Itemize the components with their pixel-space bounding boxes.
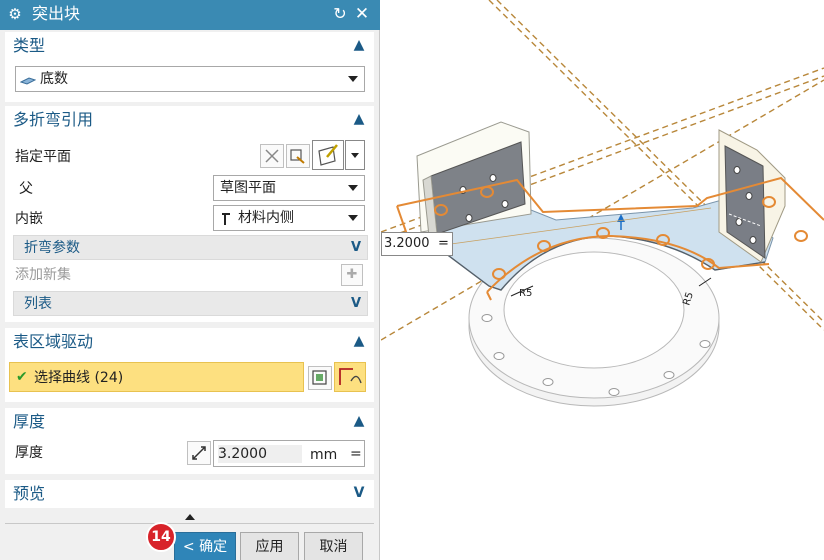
curve-icon: [339, 368, 362, 385]
expand-chevron-icon[interactable]: V: [351, 239, 361, 257]
collapse-chevron-icon[interactable]: ▲: [350, 110, 368, 128]
model-canvas[interactable]: R5 R5: [381, 0, 824, 560]
thickness-value: 3.2000: [218, 445, 302, 463]
graphics-viewport[interactable]: R5 R5 3.2000 =: [381, 0, 824, 560]
reset-icon[interactable]: ↻: [330, 4, 350, 24]
multibend-section-header[interactable]: 多折弯引用 ▲: [5, 106, 374, 134]
sketch-icon: [312, 370, 327, 385]
close-icon[interactable]: ✕: [352, 4, 372, 24]
plane-method-icon[interactable]: [312, 140, 344, 170]
dialog-title: 突出块: [32, 4, 81, 23]
surface-drive-section: 表区域驱动 ▲ ✔ 选择曲线 (24): [5, 328, 374, 402]
expand-chevron-icon[interactable]: V: [351, 295, 361, 313]
dropdown-arrow-icon: [348, 185, 358, 191]
select-curve-row[interactable]: ✔ 选择曲线 (24): [9, 362, 304, 392]
expand-chevron-icon[interactable]: V: [350, 484, 368, 502]
plane-method-dropdown[interactable]: [345, 140, 365, 170]
type-section-title: 类型: [13, 36, 46, 55]
plane-cross-icon[interactable]: [260, 144, 284, 168]
surface-drive-header[interactable]: 表区域驱动 ▲: [5, 328, 374, 356]
specify-plane-label: 指定平面: [15, 149, 71, 165]
thickness-formula-button[interactable]: =: [350, 445, 362, 463]
ok-button[interactable]: < 确定 >: [174, 532, 236, 560]
list-bar[interactable]: 列表 V: [13, 291, 368, 316]
inset-label: 内嵌: [15, 211, 43, 227]
type-select-value: 底数: [40, 71, 68, 87]
plane-dialog-icon[interactable]: [286, 144, 310, 168]
parent-select-value: 草图平面: [220, 180, 276, 196]
thickness-section-header[interactable]: 厚度 ▲: [5, 408, 374, 436]
preview-section-title: 预览: [13, 484, 46, 503]
more-options-caret-icon[interactable]: [185, 514, 195, 520]
surface-drive-title: 表区域驱动: [13, 332, 94, 351]
plane-pen-icon: [318, 144, 338, 166]
bend-params-bar[interactable]: 折弯参数 V: [13, 235, 368, 260]
add-new-set-label: 添加新集: [15, 267, 71, 283]
dropdown-arrow-icon: [351, 153, 359, 158]
onscreen-thickness-input[interactable]: 3.2000 =: [381, 232, 453, 256]
collapse-chevron-icon[interactable]: ▲: [350, 36, 368, 54]
multibend-section: 多折弯引用 ▲ 指定平面 父 草图平面 内嵌 材料内侧 折弯参数 V 添加新集 …: [5, 106, 374, 322]
cross-arrows-icon: [265, 149, 279, 163]
add-new-set-button[interactable]: ✚: [341, 264, 363, 286]
preview-section-header[interactable]: 预览 V: [5, 480, 374, 508]
base-plate-icon: [20, 77, 36, 85]
preview-section: 预览 V: [5, 480, 374, 508]
bend-params-label: 折弯参数: [24, 240, 80, 256]
type-section-header[interactable]: 类型 ▲: [5, 32, 374, 60]
type-select[interactable]: 底数: [15, 66, 365, 92]
collapse-chevron-icon[interactable]: ▲: [350, 412, 368, 430]
reverse-direction-button[interactable]: [187, 441, 211, 465]
parent-label: 父: [19, 181, 33, 197]
onscreen-formula-button[interactable]: =: [438, 233, 449, 255]
curve-select-button[interactable]: [334, 362, 366, 392]
step-badge: 14: [146, 522, 176, 552]
select-curve-label: 选择曲线 (24): [34, 370, 124, 386]
thickness-section-title: 厚度: [13, 412, 46, 431]
onscreen-thickness-value: 3.2000: [384, 236, 430, 251]
thickness-input[interactable]: 3.2000 mm =: [213, 440, 365, 467]
dialog-titlebar: ⚙ 突出块 ↻ ✕: [0, 0, 380, 30]
flip-arrows-icon: [192, 446, 206, 460]
extrude-dialog: ⚙ 突出块 ↻ ✕ 类型 ▲ 底数 多折弯引用 ▲ 指定平面 父 草图平面 内嵌…: [0, 0, 380, 560]
thickness-label: 厚度: [15, 445, 43, 461]
inset-select-value: 材料内侧: [238, 210, 294, 226]
dropdown-arrow-icon: [348, 215, 358, 221]
multibend-section-title: 多折弯引用: [13, 110, 94, 129]
cancel-button[interactable]: 取消: [304, 532, 363, 560]
inset-material-icon: [222, 213, 230, 225]
thickness-unit: mm: [310, 447, 338, 463]
type-section: 类型 ▲ 底数: [5, 32, 374, 102]
parent-select[interactable]: 草图平面: [213, 175, 365, 201]
thickness-section: 厚度 ▲ 厚度 3.2000 mm =: [5, 408, 374, 474]
add-sparkle-icon: ✚: [346, 267, 358, 282]
dropdown-arrow-icon: [348, 76, 358, 82]
plane-icon: [290, 149, 305, 164]
inset-select[interactable]: 材料内侧: [213, 205, 365, 231]
collapse-chevron-icon[interactable]: ▲: [350, 332, 368, 350]
sketch-section-button[interactable]: [308, 366, 332, 390]
list-label: 列表: [24, 296, 52, 312]
checkmark-icon: ✔: [16, 369, 28, 385]
gear-icon[interactable]: ⚙: [6, 5, 24, 23]
apply-button[interactable]: 应用: [240, 532, 299, 560]
footer-divider: [5, 523, 374, 524]
radius-label-left: R5: [519, 288, 532, 299]
